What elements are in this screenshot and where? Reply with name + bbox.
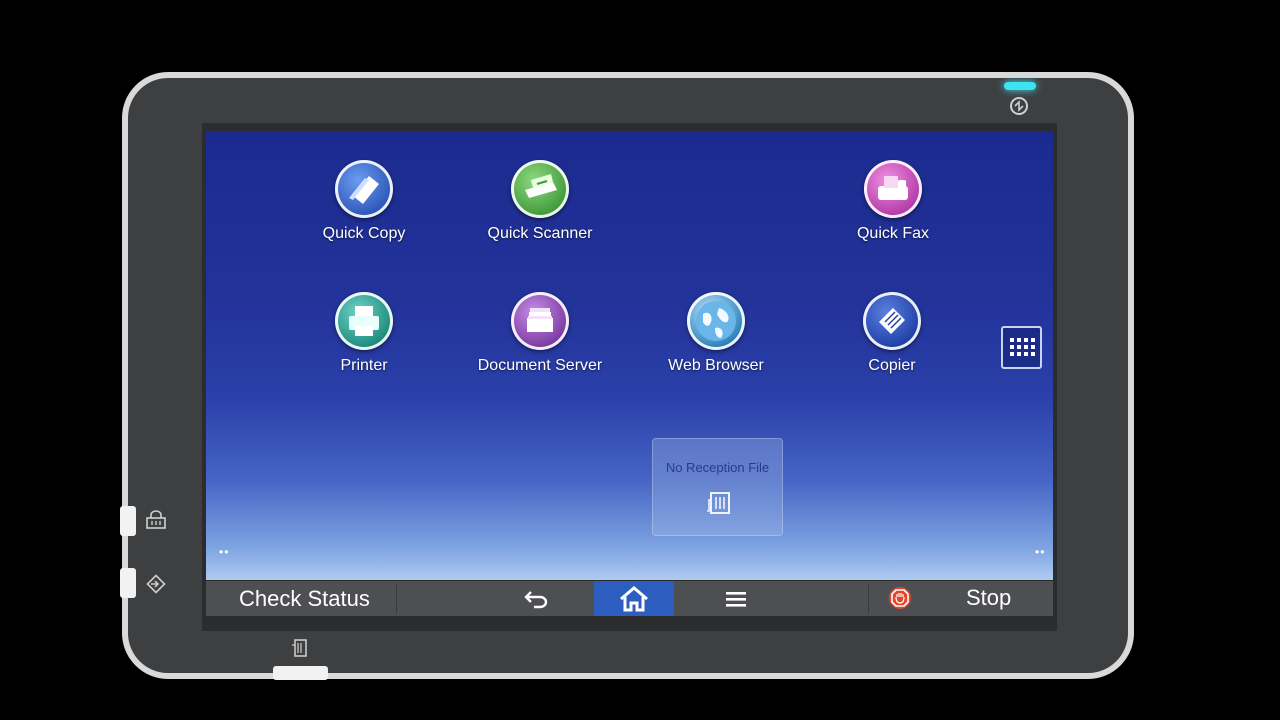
menu-icon (726, 591, 746, 607)
page-indicator-left: •• (219, 545, 230, 559)
side-button-top[interactable] (120, 506, 136, 536)
web-browser-icon (687, 292, 745, 350)
grid-icon (1010, 338, 1035, 356)
lock-icon (146, 510, 166, 529)
app-copier[interactable]: Copier (817, 292, 967, 375)
home-button[interactable] (594, 581, 674, 616)
copier-icon (863, 292, 921, 350)
energy-saver-icon[interactable] (1009, 96, 1029, 116)
page-indicator-right: •• (1035, 545, 1046, 559)
app-label: Web Browser (668, 357, 764, 374)
document-server-icon (511, 292, 569, 350)
stop-icon (889, 587, 911, 609)
app-document-server[interactable]: Document Server (465, 292, 615, 375)
home-screen: Quick Copy Quick Scanner Quick Fax Print… (206, 131, 1053, 615)
app-label: Quick Scanner (487, 225, 593, 242)
app-label: Quick Copy (322, 225, 406, 242)
app-web-browser[interactable]: Web Browser (641, 292, 791, 375)
quick-fax-icon (864, 160, 922, 218)
stop-button[interactable]: Stop (868, 581, 1053, 616)
app-label: Copier (868, 357, 916, 374)
side-button-bottom[interactable] (120, 568, 136, 598)
media-slot-icon (292, 639, 307, 657)
app-label: Quick Fax (856, 225, 929, 242)
printer-icon (335, 292, 393, 350)
quick-copy-icon (335, 160, 393, 218)
check-status-button[interactable]: Check Status (206, 581, 396, 616)
fax-tray-icon (706, 492, 730, 514)
data-in-icon (146, 574, 166, 594)
app-quick-scanner[interactable]: Quick Scanner (465, 160, 615, 243)
fax-reception-widget[interactable]: No Reception File (652, 438, 783, 536)
divider (396, 584, 397, 613)
app-quick-fax[interactable]: Quick Fax (818, 160, 968, 243)
app-quick-copy[interactable]: Quick Copy (289, 160, 439, 243)
stop-label: Stop (966, 585, 1012, 610)
app-printer[interactable]: Printer (289, 292, 439, 375)
app-label: Document Server (477, 357, 603, 374)
app-list-button[interactable] (1001, 326, 1042, 369)
widget-title: No Reception File (665, 460, 770, 475)
bottom-button[interactable] (273, 666, 328, 680)
bottom-bar: Check Status Stop (206, 580, 1053, 616)
status-led (1004, 82, 1036, 90)
back-arrow-icon (524, 590, 548, 608)
home-icon (620, 585, 648, 611)
back-button[interactable] (496, 581, 576, 616)
quick-scanner-icon (511, 160, 569, 218)
app-label: Printer (340, 357, 388, 374)
menu-button[interactable] (696, 581, 776, 616)
